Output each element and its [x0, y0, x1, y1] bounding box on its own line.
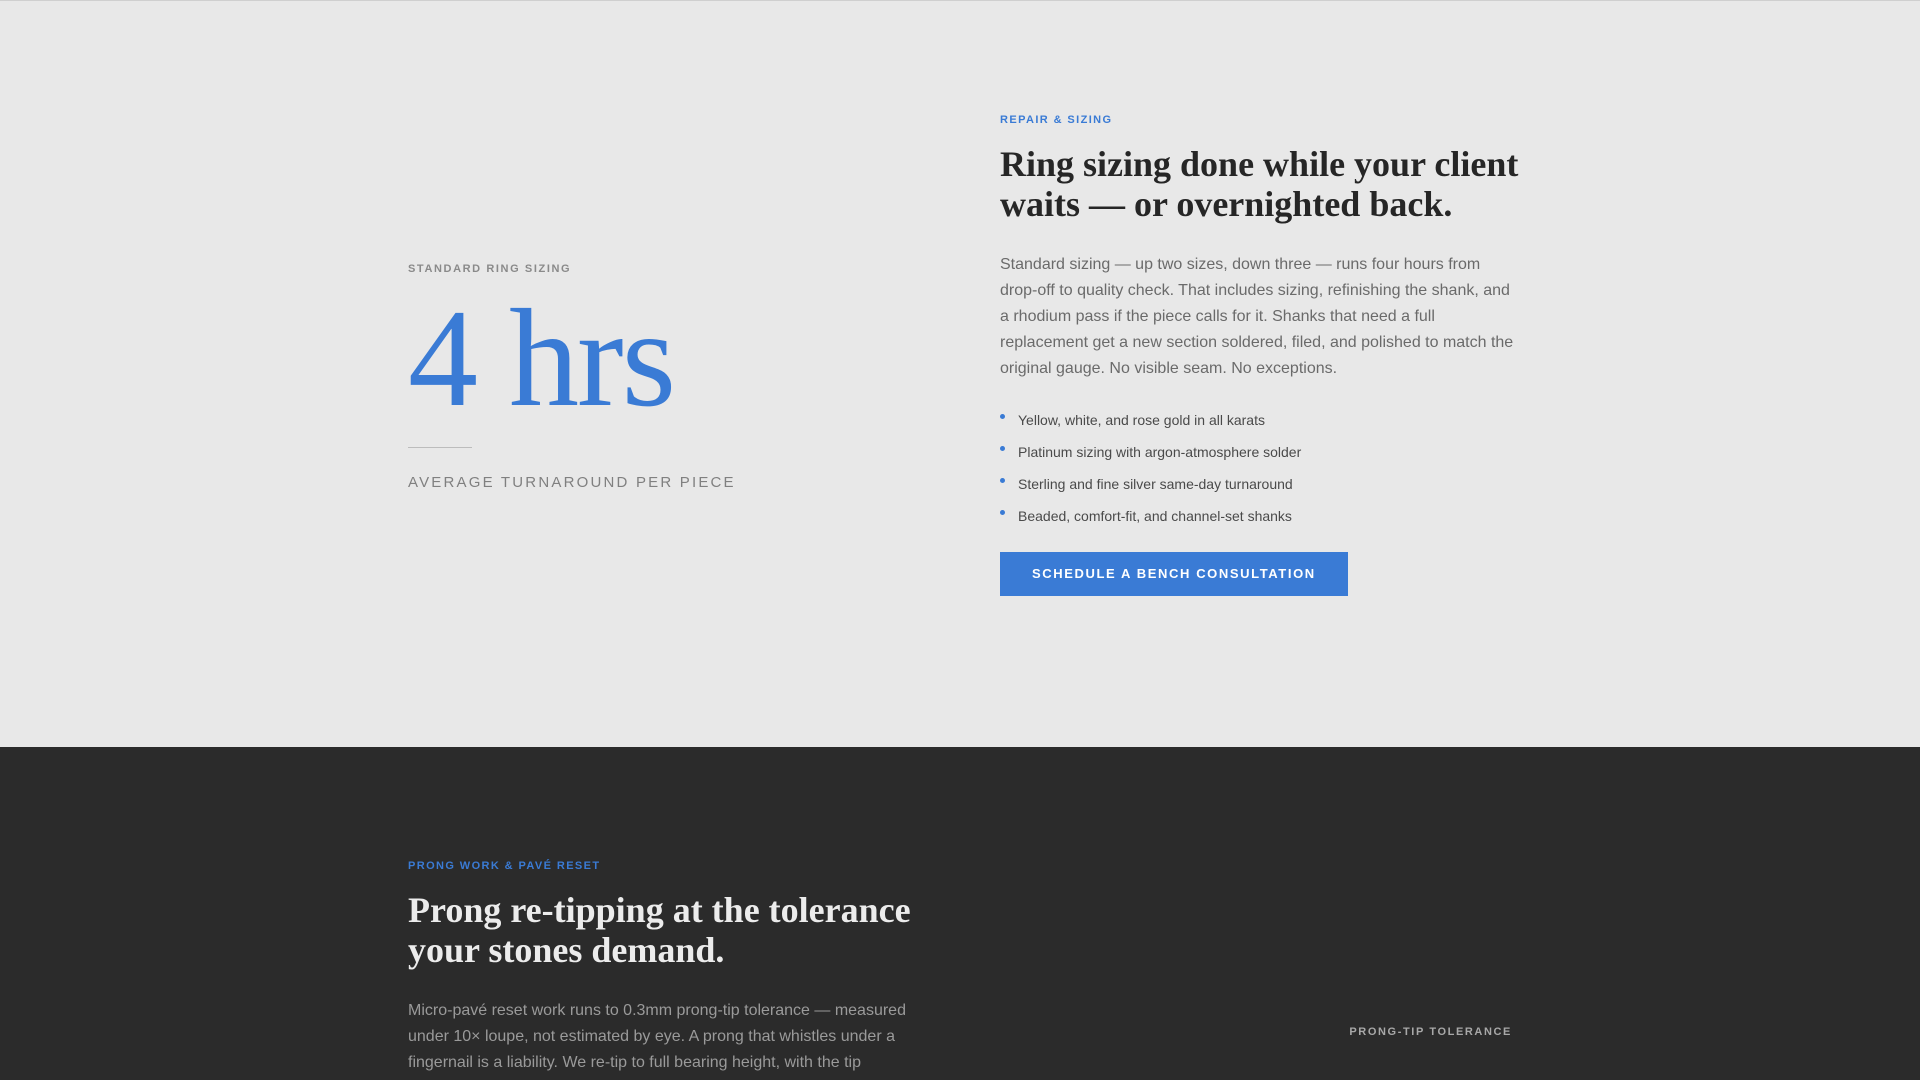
bullet-dot-icon [1000, 446, 1005, 451]
bullet-dot-icon [1000, 414, 1005, 419]
prong-copy: PRONG WORK & PAVÉ RESET Prong re-tipping… [408, 860, 928, 1080]
prong-work-section: PRONG WORK & PAVÉ RESET Prong re-tipping… [0, 747, 1920, 1080]
stat-eyebrow: STANDARD RING SIZING [408, 263, 572, 275]
list-item-label: Platinum sizing with argon-atmosphere so… [1018, 444, 1302, 460]
section-eyebrow: PRONG WORK & PAVÉ RESET [408, 860, 601, 872]
turnaround-stat: STANDARD RING SIZING 4 hrs AVERAGE TURNA… [408, 263, 828, 491]
bullet-dot-icon [1000, 510, 1005, 515]
list-item-label: Sterling and fine silver same-day turnar… [1018, 476, 1293, 492]
sizing-copy: REPAIR & SIZING Ring sizing done while y… [1000, 114, 1520, 596]
section-eyebrow: REPAIR & SIZING [1000, 114, 1113, 126]
list-item: Yellow, white, and rose gold in all kara… [1000, 404, 1520, 436]
list-item-label: Beaded, comfort-fit, and channel-set sha… [1018, 508, 1292, 524]
tolerance-stat-label: PRONG-TIP TOLERANCE [1349, 1026, 1512, 1038]
section-body: Standard sizing — up two sizes, down thr… [1000, 256, 1514, 377]
ring-sizing-section: STANDARD RING SIZING 4 hrs AVERAGE TURNA… [0, 1, 1920, 747]
feature-list: Yellow, white, and rose gold in all kara… [1000, 404, 1520, 532]
list-item: Beaded, comfort-fit, and channel-set sha… [1000, 500, 1520, 532]
section-body: Micro-pavé reset work runs to 0.3mm pron… [408, 1002, 906, 1071]
list-item: Sterling and fine silver same-day turnar… [1000, 468, 1520, 500]
list-item-label: Yellow, white, and rose gold in all kara… [1018, 412, 1265, 428]
stat-divider [408, 447, 472, 448]
schedule-consultation-button[interactable]: SCHEDULE A BENCH CONSULTATION [1000, 552, 1348, 596]
section-headline: Prong re-tipping at the tolerance your s… [408, 890, 911, 970]
stat-value: 4 hrs [408, 281, 676, 436]
section-headline: Ring sizing done while your client waits… [1000, 144, 1519, 224]
bullet-dot-icon [1000, 478, 1005, 483]
stat-caption: AVERAGE TURNAROUND PER PIECE [408, 474, 736, 491]
list-item: Platinum sizing with argon-atmosphere so… [1000, 436, 1520, 468]
